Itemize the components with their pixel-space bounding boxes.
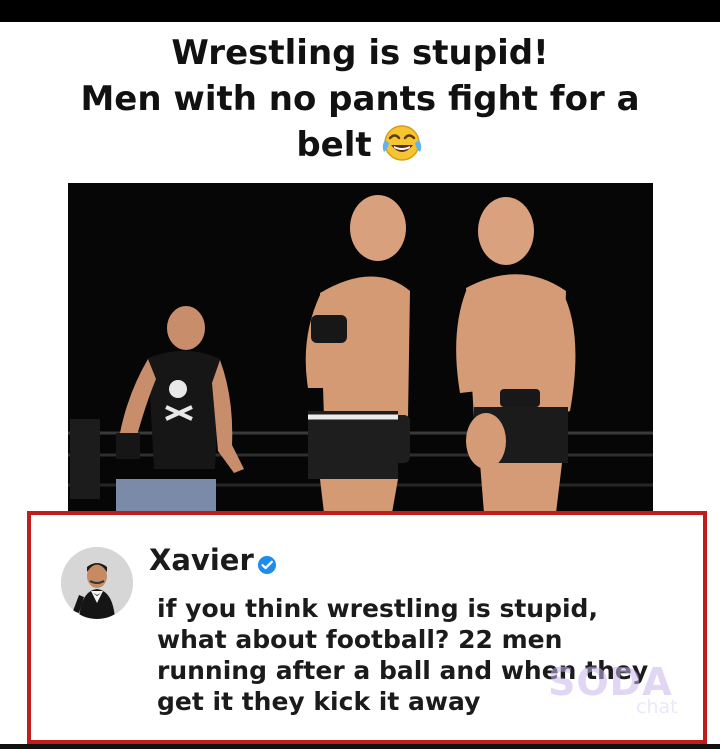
wrestling-ring-photo	[68, 183, 653, 513]
comment-line-1: if you think wrestling is stupid,	[157, 594, 598, 623]
comment-line-2: what about football? 22 men	[157, 625, 563, 654]
tears-of-joy-emoji-svg	[382, 125, 421, 161]
meme-screenshot: Wrestling is stupid! Men with no pants f…	[0, 0, 720, 749]
tears-of-joy-emoji-icon	[380, 122, 424, 164]
watermark-sub-text: chat	[636, 696, 678, 718]
avatar[interactable]	[61, 547, 133, 619]
headline-line-3: belt	[60, 122, 660, 168]
avatar-portrait	[61, 547, 133, 619]
author-name[interactable]: Xavier	[149, 543, 254, 577]
watermark: SODA chat	[548, 660, 688, 720]
headline-line-2: Men with no pants fight for a	[80, 79, 640, 119]
top-black-bar	[0, 0, 720, 22]
meme-headline: Wrestling is stupid! Men with no pants f…	[60, 30, 660, 168]
bottom-dark-bar	[0, 744, 720, 749]
headline-line-3-text: belt	[296, 125, 372, 165]
verified-badge-icon	[258, 556, 276, 574]
wrestling-scene-illustration	[68, 183, 653, 513]
headline-line-1: Wrestling is stupid!	[171, 33, 549, 73]
